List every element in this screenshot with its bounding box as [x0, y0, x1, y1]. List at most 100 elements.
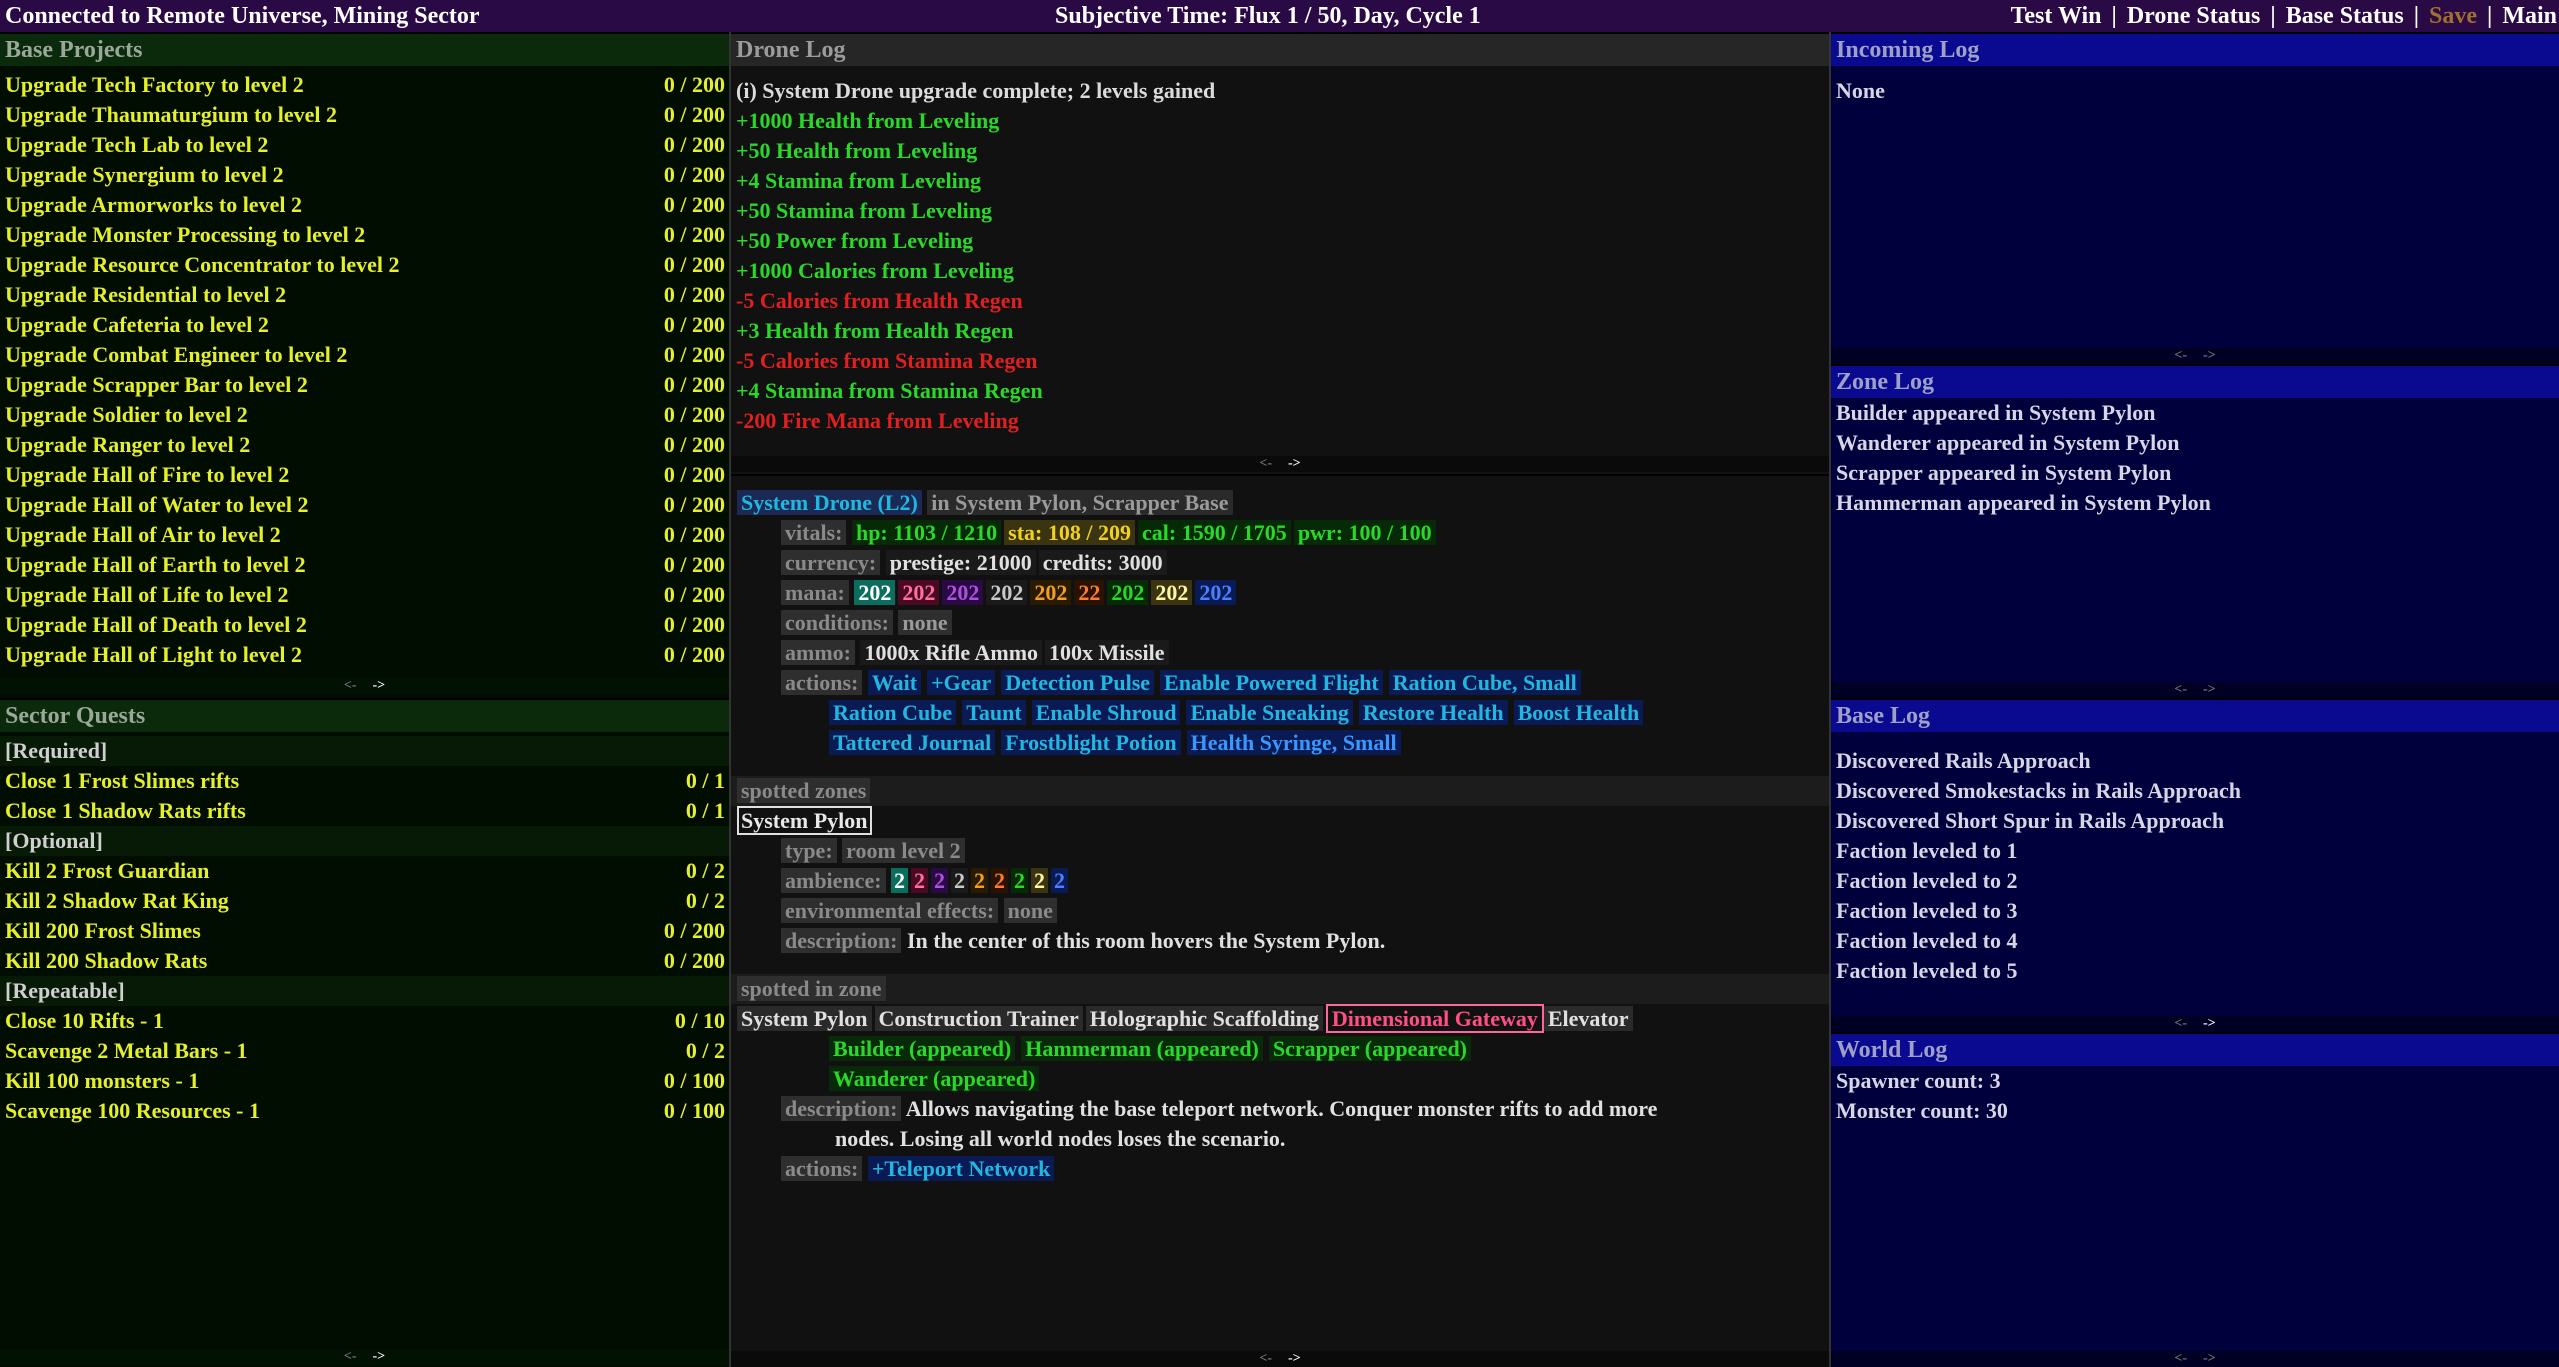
project-row[interactable]: Upgrade Tech Lab to level 2 0 / 200 — [0, 130, 729, 160]
scroll-forward-button[interactable]: -> — [1288, 1351, 1301, 1366]
scroll-back-button[interactable]: <- — [1259, 1351, 1272, 1366]
project-row[interactable]: Upgrade Hall of Earth to level 2 0 / 200 — [0, 550, 729, 580]
project-row[interactable]: Upgrade Residential to level 2 0 / 200 — [0, 280, 729, 310]
quest-row[interactable]: Close 10 Rifts - 1 0 / 10 — [0, 1006, 729, 1036]
entity-elevator[interactable]: Elevator — [1543, 1006, 1633, 1031]
project-name: Upgrade Cafeteria to level 2 — [5, 312, 269, 337]
drone-action-button[interactable]: Enable Powered Flight — [1160, 670, 1383, 695]
drone-actions-row3: Tattered Journal Frostblight Potion Health… — [731, 728, 1829, 758]
project-progress: 0 / 200 — [663, 132, 725, 157]
appeared-entity-button[interactable]: Scrapper (appeared) — [1268, 1036, 1472, 1061]
project-row[interactable]: Upgrade Scrapper Bar to level 2 0 / 200 — [0, 370, 729, 400]
ammo-missile: 100x Missile — [1045, 640, 1169, 665]
scroll-forward-button[interactable]: -> — [2203, 348, 2216, 363]
drone-action-button[interactable]: Boost Health — [1513, 700, 1644, 725]
drone-log-line: +4 Stamina from Leveling — [736, 168, 981, 193]
appeared-entity-button[interactable]: Wanderer (appeared) — [829, 1066, 1040, 1091]
project-row[interactable]: Upgrade Hall of Water to level 2 0 / 200 — [0, 490, 729, 520]
drone-name[interactable]: System Drone (L2) — [737, 490, 922, 515]
project-row[interactable]: Upgrade Hall of Light to level 2 0 / 200 — [0, 640, 729, 670]
quest-row[interactable]: Scavenge 2 Metal Bars - 1 0 / 2 — [0, 1036, 729, 1066]
description-label: description: — [781, 928, 902, 953]
drone-action-button[interactable]: Ration Cube — [829, 700, 957, 725]
drone-action-button[interactable]: Enable Shroud — [1031, 700, 1181, 725]
menu-drone-status[interactable]: Drone Status — [2127, 3, 2261, 29]
quest-row[interactable]: Kill 200 Frost Slimes 0 / 200 — [0, 916, 729, 946]
drone-action-button[interactable]: Health Syringe, Small — [1186, 730, 1401, 755]
zone-log-scroll: <- -> — [1831, 682, 2559, 698]
drone-action-button[interactable]: Detection Pulse — [1001, 670, 1155, 695]
project-row[interactable]: Upgrade Resource Concentrator to level 2… — [0, 250, 729, 280]
quest-row[interactable]: Scavenge 100 Resources - 1 0 / 100 — [0, 1096, 729, 1126]
project-row[interactable]: Upgrade Armorworks to level 2 0 / 200 — [0, 190, 729, 220]
scroll-forward-button[interactable]: -> — [373, 678, 386, 693]
scroll-forward-button[interactable]: -> — [373, 1349, 386, 1364]
menu-main[interactable]: Main — [2502, 3, 2557, 29]
drone-action-button[interactable]: +Gear — [927, 670, 996, 695]
project-row[interactable]: Upgrade Hall of Death to level 2 0 / 200 — [0, 610, 729, 640]
drone-action-button[interactable]: Enable Sneaking — [1186, 700, 1353, 725]
quest-row[interactable]: Kill 2 Frost Guardian 0 / 2 — [0, 856, 729, 886]
project-row[interactable]: Upgrade Thaumaturgium to level 2 0 / 200 — [0, 100, 729, 130]
project-row[interactable]: Upgrade Soldier to level 2 0 / 200 — [0, 400, 729, 430]
world-log-lines: Spawner count: 3 Monster count: 30 — [1831, 1066, 2559, 1126]
quest-name: Kill 100 monsters - 1 — [5, 1068, 200, 1093]
project-progress: 0 / 200 — [663, 102, 725, 127]
entity-construction-trainer[interactable]: Construction Trainer — [874, 1006, 1083, 1031]
project-name: Upgrade Hall of Water to level 2 — [5, 492, 309, 517]
drone-action-button[interactable]: Ration Cube, Small — [1388, 670, 1581, 695]
scroll-forward-button[interactable]: -> — [2203, 682, 2216, 697]
project-row[interactable]: Upgrade Synergium to level 2 0 / 200 — [0, 160, 729, 190]
quest-row[interactable]: Close 1 Frost Slimes rifts 0 / 1 — [0, 766, 729, 796]
teleport-network-action[interactable]: +Teleport Network — [867, 1156, 1055, 1181]
drone-actions: actions: Wait +Gear Detection Pulse Enable … — [731, 668, 1829, 698]
entity-dimensional-gateway[interactable]: Dimensional Gateway — [1325, 1004, 1544, 1033]
zone-system-pylon[interactable]: System Pylon — [737, 806, 872, 835]
scroll-back-button[interactable]: <- — [2174, 348, 2187, 363]
quest-row[interactable]: Kill 100 monsters - 1 0 / 100 — [0, 1066, 729, 1096]
scroll-back-button[interactable]: <- — [2174, 1016, 2187, 1031]
menu-base-status[interactable]: Base Status — [2286, 3, 2404, 29]
project-row[interactable]: Upgrade Ranger to level 2 0 / 200 — [0, 430, 729, 460]
sector-quests-list: [Required] Close 1 Frost Slimes rifts 0 / … — [0, 736, 729, 1126]
menu-test-win[interactable]: Test Win — [2011, 3, 2102, 29]
appeared-entity-button[interactable]: Hammerman (appeared) — [1021, 1036, 1263, 1061]
scroll-forward-button[interactable]: -> — [1288, 456, 1301, 471]
scroll-forward-button[interactable]: -> — [2203, 1016, 2216, 1031]
project-name: Upgrade Ranger to level 2 — [5, 432, 251, 457]
project-row[interactable]: Upgrade Cafeteria to level 2 0 / 200 — [0, 310, 729, 340]
appeared-entity-button[interactable]: Builder (appeared) — [829, 1036, 1016, 1061]
entity-holographic-scaffolding[interactable]: Holographic Scaffolding — [1085, 1006, 1323, 1031]
project-row[interactable]: Upgrade Tech Factory to level 2 0 / 200 — [0, 70, 729, 100]
scroll-forward-button[interactable]: -> — [2203, 1351, 2216, 1366]
mana-value: 22 — [1074, 580, 1105, 605]
drone-action-button[interactable]: Frostblight Potion — [1001, 730, 1181, 755]
base-projects-list: Upgrade Tech Factory to level 20 / 200 Up… — [0, 70, 729, 670]
project-row[interactable]: Upgrade Hall of Air to level 2 0 / 200 — [0, 520, 729, 550]
project-row[interactable]: Upgrade Monster Processing to level 2 0 /… — [0, 220, 729, 250]
connection-status: Connected to Remote Universe, Mining Sec… — [5, 3, 480, 29]
quest-row[interactable]: Kill 2 Shadow Rat King 0 / 2 — [0, 886, 729, 916]
scroll-back-button[interactable]: <- — [344, 1349, 357, 1364]
scroll-back-button[interactable]: <- — [344, 678, 357, 693]
scroll-back-button[interactable]: <- — [2174, 682, 2187, 697]
quest-row[interactable]: Kill 200 Shadow Rats 0 / 200 — [0, 946, 729, 976]
scroll-back-button[interactable]: <- — [1259, 456, 1272, 471]
quest-row[interactable]: Close 1 Shadow Rats rifts 0 / 1 — [0, 796, 729, 826]
project-row[interactable]: Upgrade Hall of Fire to level 2 0 / 200 — [0, 460, 729, 490]
entity-system-pylon[interactable]: System Pylon — [737, 1006, 872, 1031]
drone-action-button[interactable]: Tattered Journal — [829, 730, 996, 755]
base-log-panel: Base Log Discovered Rails Approach Discov… — [1831, 700, 2559, 1032]
currency-prestige: prestige: 21000 — [885, 550, 1036, 575]
base-log-line: Faction leveled to 5 — [1836, 958, 2018, 983]
scroll-back-button[interactable]: <- — [2174, 1351, 2187, 1366]
conditions-value: none — [898, 610, 952, 635]
base-projects-panel: Base Projects Upgrade Tech Factory to le… — [0, 34, 729, 698]
drone-action-button[interactable]: Restore Health — [1358, 700, 1508, 725]
menu-save[interactable]: Save — [2429, 3, 2477, 29]
project-row[interactable]: Upgrade Combat Engineer to level 2 0 / 20… — [0, 340, 729, 370]
drone-action-button[interactable]: Taunt — [962, 700, 1026, 725]
project-row[interactable]: Upgrade Hall of Life to level 2 0 / 200 — [0, 580, 729, 610]
drone-action-button[interactable]: Wait — [867, 670, 922, 695]
project-progress: 0 / 200 — [663, 462, 725, 487]
